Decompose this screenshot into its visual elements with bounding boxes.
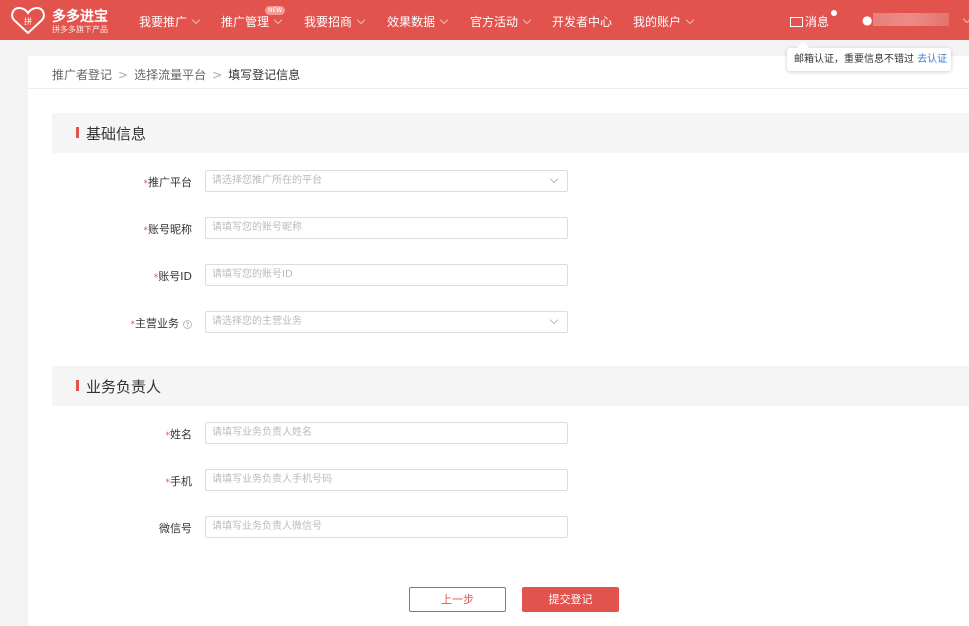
section-header-basic: 基础信息: [52, 113, 969, 153]
submit-button[interactable]: 提交登记: [522, 587, 619, 612]
chevron-down-icon[interactable]: [962, 14, 969, 24]
placeholder: 请填写业务负责人姓名: [212, 427, 312, 438]
new-badge: NEW: [265, 6, 286, 15]
nav-label: 我要推广: [139, 15, 188, 29]
accent-bar: [76, 127, 79, 138]
nav-promo-manage[interactable]: 推广管理: [221, 13, 283, 30]
field-wechat: 微信号 请填写业务负责人微信号: [28, 516, 969, 538]
nav-label: 我要招商: [304, 15, 353, 29]
accent-bar: [76, 380, 79, 391]
messages-label: 消息: [805, 15, 830, 29]
placeholder: 请选择您推广所在的平台: [212, 175, 322, 186]
account-id-input[interactable]: 请填写您的账号ID: [205, 264, 568, 286]
field-name: *姓名 请填写业务负责人姓名: [28, 422, 969, 444]
verify-link[interactable]: 去认证: [917, 54, 947, 65]
chevron-down-icon: [685, 15, 695, 25]
placeholder: 请填写业务负责人微信号: [212, 521, 322, 532]
field-main-business: *主营业务? 请选择您的主营业务: [28, 311, 969, 333]
chevron-down-icon: [549, 315, 559, 325]
field-label: *账号ID: [153, 270, 192, 283]
wechat-input[interactable]: 请填写业务负责人微信号: [205, 516, 568, 538]
breadcrumb-item[interactable]: 选择流量平台: [134, 68, 206, 82]
brand-subtitle: 拼多多旗下产品: [52, 25, 108, 34]
nav-merchants[interactable]: 我要招商: [304, 13, 366, 30]
chevron-down-icon: [522, 15, 532, 25]
name-input[interactable]: 请填写业务负责人姓名: [205, 422, 568, 444]
field-label: *推广平台: [143, 176, 193, 189]
breadcrumb: 推广者登记 > 选择流量平台 > 填写登记信息: [52, 66, 300, 83]
chevron-down-icon: [439, 15, 449, 25]
nav-label: 官方活动: [470, 15, 519, 29]
breadcrumb-current: 填写登记信息: [228, 68, 301, 82]
mail-icon: [790, 17, 803, 27]
nav-label: 我的账户: [633, 15, 682, 29]
chevron-right-icon: >: [118, 68, 129, 82]
divider: [28, 88, 969, 89]
username-blurred[interactable]: [873, 13, 949, 26]
nav-label: 效果数据: [387, 15, 436, 29]
chevron-down-icon: [273, 15, 283, 25]
chevron-down-icon: [549, 174, 559, 184]
top-nav-bar: 拼 多多进宝 拼多多旗下产品 我要推广 推广管理 NEW 我要招商 效果数据 官…: [0, 0, 969, 40]
placeholder: 请选择您的主营业务: [212, 316, 302, 327]
nav-developer[interactable]: 开发者中心: [552, 13, 612, 30]
placeholder: 请填写业务负责人手机号码: [212, 474, 332, 485]
field-account-id: *账号ID 请填写您的账号ID: [28, 264, 969, 286]
nav-label: 推广管理: [221, 15, 270, 29]
previous-step-button[interactable]: 上一步: [409, 587, 506, 612]
nav-activities[interactable]: 官方活动: [470, 13, 532, 30]
main-business-select[interactable]: 请选择您的主营业务: [205, 311, 568, 333]
phone-input[interactable]: 请填写业务负责人手机号码: [205, 469, 568, 491]
brand-name[interactable]: 多多进宝: [52, 6, 108, 26]
nav-label: 开发者中心: [552, 15, 613, 29]
unread-dot: [831, 10, 837, 16]
field-platform: *推广平台 请选择您推广所在的平台: [28, 170, 969, 192]
section-header-contact: 业务负责人: [52, 366, 969, 406]
breadcrumb-item[interactable]: 推广者登记: [52, 68, 112, 82]
registration-card: 推广者登记 > 选择流量平台 > 填写登记信息 基础信息 *推广平台 请选择您推广所在的平…: [28, 56, 969, 626]
section-title: 基础信息: [86, 125, 147, 143]
user-icon[interactable]: ●: [862, 13, 872, 27]
messages-button[interactable]: 消息: [790, 13, 829, 30]
svg-text:拼: 拼: [24, 16, 32, 26]
field-label: 微信号: [159, 522, 192, 535]
nav-account[interactable]: 我的账户: [633, 13, 695, 30]
field-nickname: *账号昵称 请填写您的账号昵称: [28, 217, 969, 239]
field-label: *手机: [165, 475, 193, 488]
tooltip-text: 邮箱认证，重要信息不错过: [794, 54, 914, 65]
pinduoduo-logo-icon[interactable]: 拼: [11, 6, 45, 34]
placeholder: 请填写您的账号ID: [212, 269, 293, 280]
chevron-down-icon: [191, 15, 201, 25]
chevron-down-icon: [356, 15, 366, 25]
nickname-input[interactable]: 请填写您的账号昵称: [205, 217, 568, 239]
help-icon[interactable]: ?: [183, 320, 192, 329]
field-label: *账号昵称: [143, 223, 193, 236]
placeholder: 请填写您的账号昵称: [212, 222, 302, 233]
section-title: 业务负责人: [86, 378, 162, 396]
field-label: *姓名: [165, 428, 193, 441]
platform-select[interactable]: 请选择您推广所在的平台: [205, 170, 568, 192]
email-verify-tooltip: 邮箱认证，重要信息不错过 去认证: [787, 48, 951, 71]
nav-data[interactable]: 效果数据: [387, 13, 449, 30]
nav-promote[interactable]: 我要推广: [139, 13, 201, 30]
field-phone: *手机 请填写业务负责人手机号码: [28, 469, 969, 491]
field-label: *主营业务?: [131, 315, 192, 331]
chevron-right-icon: >: [212, 68, 223, 82]
